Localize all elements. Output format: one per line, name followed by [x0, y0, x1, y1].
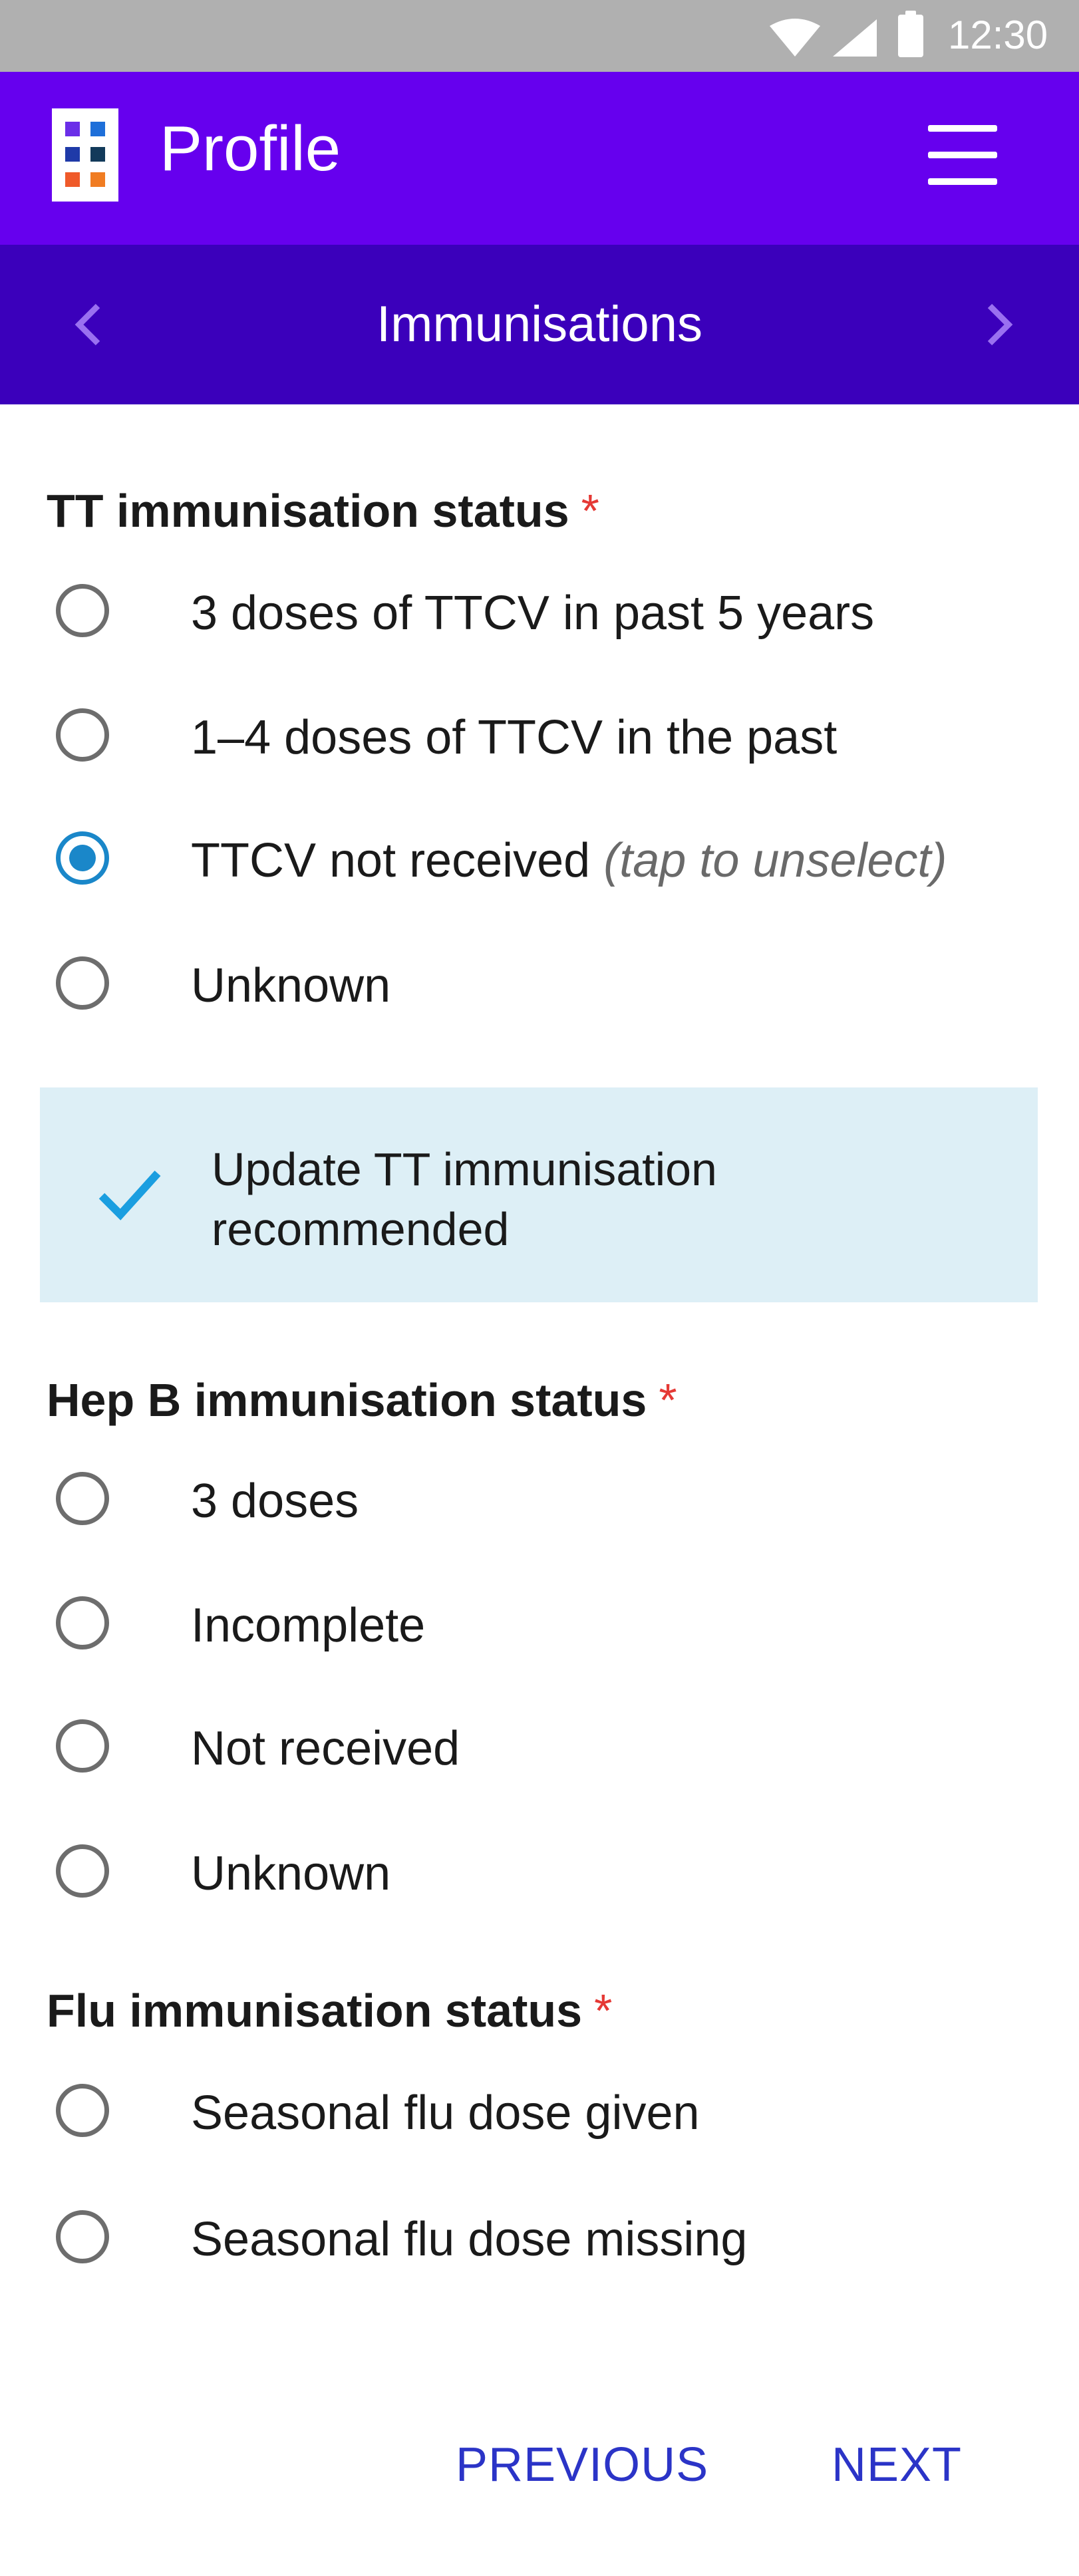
section-title: Immunisations — [377, 296, 702, 353]
battery-icon — [898, 11, 923, 57]
option-label: Incomplete — [191, 1599, 426, 1652]
app-title: Profile — [160, 113, 341, 184]
app-bar: Profile — [0, 72, 1079, 245]
required-marker: * — [594, 1985, 613, 2037]
tt-status-label: TT immunisation status * — [47, 488, 599, 534]
unselect-hint: (tap to unselect) — [603, 834, 947, 887]
radio-option-hepb-not-received[interactable]: Not received — [40, 1699, 1038, 1799]
clock-time: 12:30 — [948, 13, 1048, 57]
next-button[interactable]: NEXT — [832, 2441, 962, 2489]
chevron-right-icon[interactable] — [971, 298, 1024, 351]
radio-button[interactable] — [56, 956, 109, 1010]
tt-status-label-text: TT immunisation status — [47, 485, 569, 537]
radio-option-tt-1-4-doses[interactable]: 1–4 doses of TTCV in the past — [40, 688, 1038, 788]
previous-button[interactable]: PREVIOUS — [456, 2441, 708, 2489]
check-icon — [98, 1170, 161, 1220]
radio-button[interactable] — [56, 2210, 109, 2263]
hepb-status-label: Hep B immunisation status * — [47, 1377, 677, 1423]
radio-option-flu-given[interactable]: Seasonal flu dose given — [40, 2064, 1038, 2164]
section-header: Immunisations — [0, 245, 1079, 404]
option-label: 3 doses — [191, 1475, 359, 1528]
radio-button[interactable] — [56, 1719, 109, 1773]
radio-button[interactable] — [56, 2084, 109, 2137]
status-bar: 12:30 — [0, 0, 1079, 72]
recommendation-notice: Update TT immunisation recommended — [40, 1087, 1038, 1302]
radio-option-flu-missing[interactable]: Seasonal flu dose missing — [40, 2190, 1038, 2290]
radio-button[interactable] — [56, 1596, 109, 1649]
radio-button[interactable] — [56, 1472, 109, 1525]
signal-icon — [833, 19, 877, 57]
option-label-text: TTCV not received — [191, 834, 591, 887]
radio-button-selected[interactable] — [56, 831, 109, 885]
radio-option-hepb-incomplete[interactable]: Incomplete — [40, 1576, 1038, 1676]
option-label: Seasonal flu dose given — [191, 2086, 700, 2140]
radio-option-hepb-3-doses[interactable]: 3 doses — [40, 1452, 1038, 1552]
app-logo — [52, 108, 118, 202]
flu-status-label-text: Flu immunisation status — [47, 1985, 583, 2037]
recommendation-text: Update TT immunisation recommended — [212, 1143, 717, 1255]
option-label: 3 doses of TTCV in past 5 years — [191, 587, 875, 640]
option-label: 1–4 doses of TTCV in the past — [191, 711, 838, 764]
radio-button[interactable] — [56, 1844, 109, 1898]
required-marker: * — [659, 1374, 677, 1426]
radio-option-tt-3-doses[interactable]: 3 doses of TTCV in past 5 years — [40, 564, 1038, 664]
hepb-status-label-text: Hep B immunisation status — [47, 1374, 647, 1426]
radio-option-tt-not-received[interactable]: TTCV not received (tap to unselect) — [40, 811, 1038, 911]
radio-button[interactable] — [56, 708, 109, 762]
flu-status-label: Flu immunisation status * — [47, 1987, 612, 2034]
option-label: Unknown — [191, 1847, 391, 1900]
option-label: Unknown — [191, 959, 391, 1012]
option-label: Not received — [191, 1722, 460, 1775]
radio-button[interactable] — [56, 584, 109, 637]
option-label: Seasonal flu dose missing — [191, 2213, 748, 2266]
wifi-icon — [770, 19, 820, 57]
radio-option-hepb-unknown[interactable]: Unknown — [40, 1824, 1038, 1924]
radio-option-tt-unknown[interactable]: Unknown — [40, 936, 1038, 1036]
required-marker: * — [581, 485, 599, 537]
option-label: TTCV not received (tap to unselect) — [191, 837, 947, 885]
menu-icon[interactable] — [928, 125, 1001, 185]
